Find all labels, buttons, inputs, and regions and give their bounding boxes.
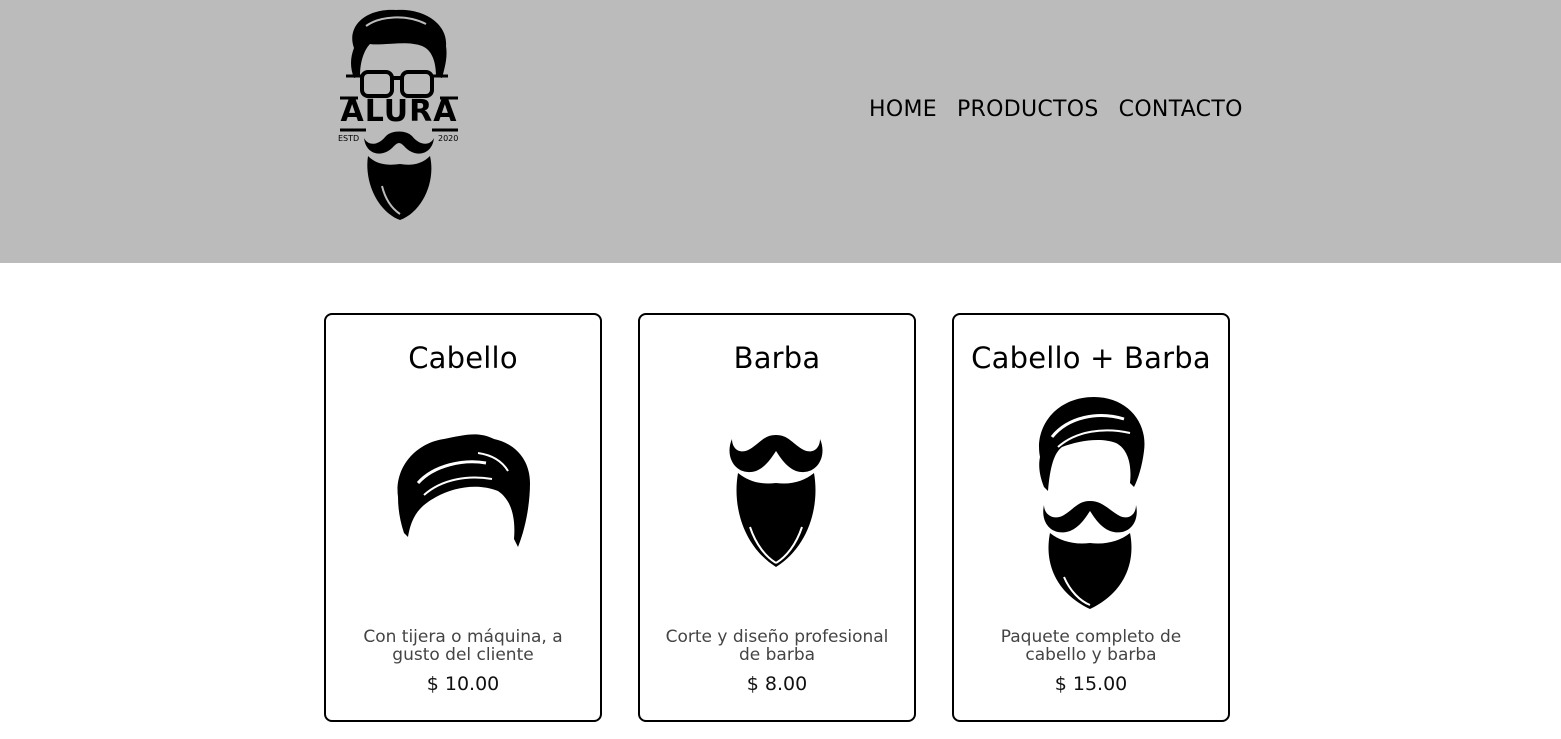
hair-icon: [326, 387, 600, 617]
product-description: Con tijera o máquina, a gusto del client…: [363, 627, 563, 665]
product-price: $ 10.00: [426, 673, 500, 695]
site-header: ALURA ESTD 2020 HOME PRODUCTOS CONTACTO: [0, 0, 1561, 263]
product-card-beard[interactable]: Barba Corte y diseño profesional de barb…: [638, 313, 916, 722]
product-price: $ 8.00: [746, 673, 808, 695]
nav-home-link[interactable]: HOME: [869, 96, 937, 124]
nav-contact-link[interactable]: CONTACTO: [1119, 96, 1243, 124]
nav-products-link[interactable]: PRODUCTOS: [957, 96, 1099, 124]
product-title: Cabello + Barba: [971, 341, 1211, 375]
product-description: Corte y diseño profesional de barba: [665, 627, 889, 665]
alura-logo[interactable]: ALURA ESTD 2020: [336, 6, 462, 224]
product-price: $ 15.00: [1054, 673, 1128, 695]
beard-icon: [640, 387, 914, 617]
logo-wordmark: ALURA: [340, 94, 458, 129]
product-card-hair-and-beard[interactable]: Cabello + Barba Paquete completo de cabe…: [952, 313, 1230, 722]
product-description: Paquete completo de cabello y barba: [1000, 627, 1182, 665]
logo-year: 2020: [438, 134, 459, 143]
product-card-hair[interactable]: Cabello Con tijera o máquina, a gusto de…: [324, 313, 602, 722]
hair-and-beard-icon: [954, 387, 1228, 617]
product-title: Barba: [733, 341, 821, 375]
product-title: Cabello: [408, 341, 518, 375]
main-nav: HOME PRODUCTOS CONTACTO: [869, 96, 1243, 124]
logo-estd: ESTD: [338, 134, 360, 143]
